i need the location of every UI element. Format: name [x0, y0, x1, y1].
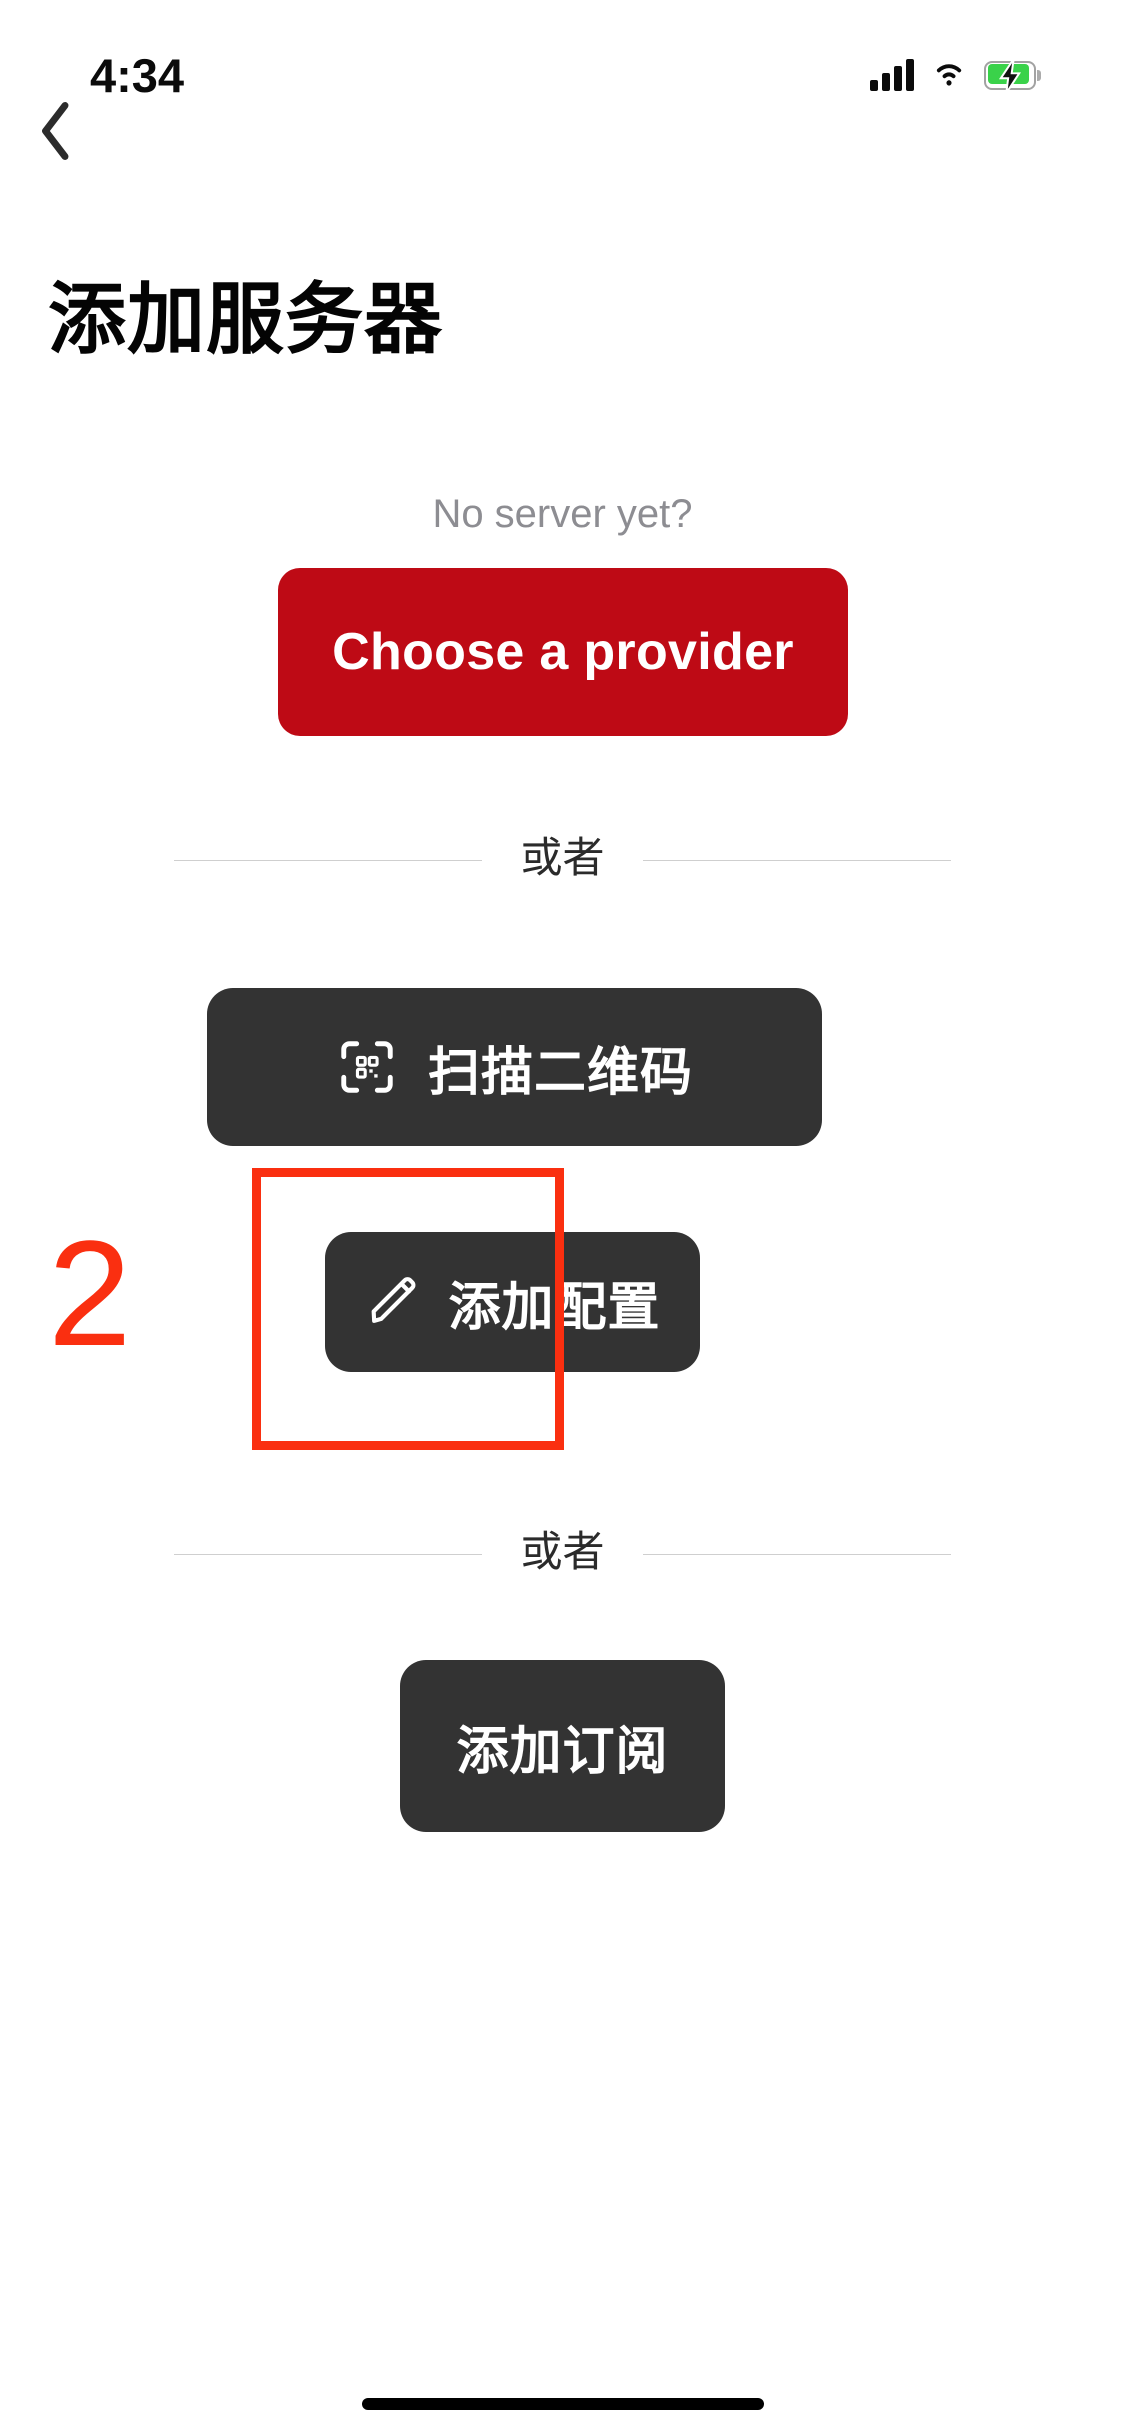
- qr-scan-icon: [341, 1041, 393, 1093]
- back-button[interactable]: [8, 88, 104, 174]
- page-title: 添加服务器: [48, 275, 444, 363]
- divider-or-1: 或者: [0, 830, 1125, 890]
- add-config-button[interactable]: 添加配置: [325, 1232, 700, 1372]
- no-server-subtitle: No server yet?: [432, 492, 693, 536]
- cellular-signal-icon: [870, 59, 914, 91]
- add-subscription-button[interactable]: 添加订阅: [400, 1660, 725, 1832]
- scan-qr-button[interactable]: 扫描二维码: [207, 988, 822, 1146]
- annotation-step-number: 2: [48, 1209, 132, 1377]
- status-time: 4:34: [90, 48, 185, 102]
- wifi-icon: [930, 58, 968, 93]
- divider-line-left: [174, 1553, 483, 1555]
- home-indicator[interactable]: [361, 2398, 764, 2410]
- choose-provider-button[interactable]: Choose a provider: [278, 568, 848, 736]
- scan-qr-label: 扫描二维码: [427, 1043, 693, 1102]
- divider-label: 或者: [520, 1528, 605, 1575]
- add-config-label: 添加配置: [448, 1278, 661, 1337]
- battery-charging-icon: [984, 58, 1041, 93]
- back-chevron-icon: [42, 102, 69, 160]
- status-bar: 4:34: [0, 0, 1125, 132]
- pencil-icon: [372, 1277, 416, 1323]
- divider-line-right: [642, 859, 951, 861]
- app-screen: 4:34 添加服务器 No server yet? Choose a provi…: [0, 0, 1125, 2436]
- divider-line-right: [642, 1553, 951, 1555]
- divider-label: 或者: [520, 834, 605, 881]
- status-indicators: [870, 40, 1041, 93]
- divider-or-2: 或者: [0, 1524, 1125, 1584]
- divider-line-left: [174, 859, 483, 861]
